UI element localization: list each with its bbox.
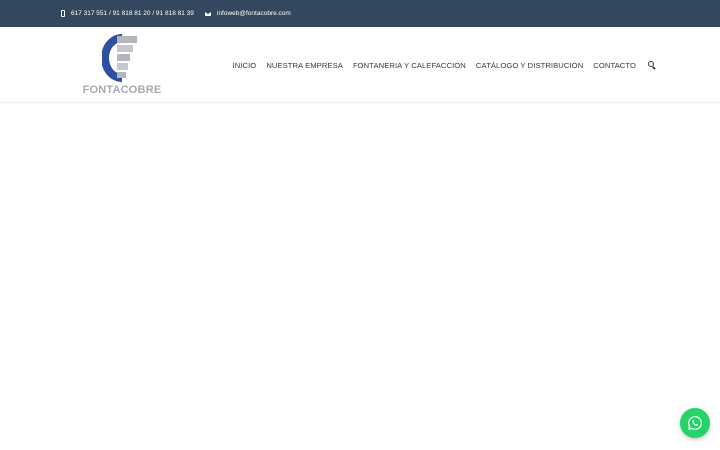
nav-item-nuestra-empresa[interactable]: NUESTRA EMPRESA bbox=[266, 61, 343, 70]
mobile-phone-icon bbox=[61, 10, 65, 17]
phone-contact[interactable]: 617 317 551 / 91 818 81 20 / 91 818 81 3… bbox=[61, 0, 194, 27]
top-contact-bar: 617 317 551 / 91 818 81 20 / 91 818 81 3… bbox=[0, 0, 720, 27]
whatsapp-icon bbox=[687, 416, 702, 431]
main-nav: INICIO NUESTRA EMPRESA FONTANERIA Y CALE… bbox=[223, 27, 657, 103]
page-content-area bbox=[0, 104, 720, 450]
fontacobre-logo-icon bbox=[102, 34, 137, 82]
nav-item-catalogo-distribucion[interactable]: CATÁLOGO Y DISTRIBUCIÓN bbox=[476, 61, 583, 70]
search-icon[interactable] bbox=[648, 61, 656, 70]
email-contact[interactable]: infoweb@fontacobre.com bbox=[205, 0, 291, 27]
whatsapp-button[interactable] bbox=[680, 408, 710, 438]
logo-wordmark: FONTACOBRE bbox=[82, 84, 162, 96]
site-logo[interactable]: FONTACOBRE bbox=[80, 32, 164, 100]
envelope-icon bbox=[205, 11, 211, 16]
nav-item-contacto[interactable]: CONTACTO bbox=[593, 61, 636, 70]
nav-item-inicio[interactable]: INICIO bbox=[233, 61, 257, 70]
nav-item-fontaneria-calefaccion[interactable]: FONTANERIA Y CALEFACCIÓN bbox=[353, 61, 466, 70]
phone-numbers: 617 317 551 / 91 818 81 20 / 91 818 81 3… bbox=[71, 10, 194, 17]
email-address: infoweb@fontacobre.com bbox=[217, 10, 291, 17]
